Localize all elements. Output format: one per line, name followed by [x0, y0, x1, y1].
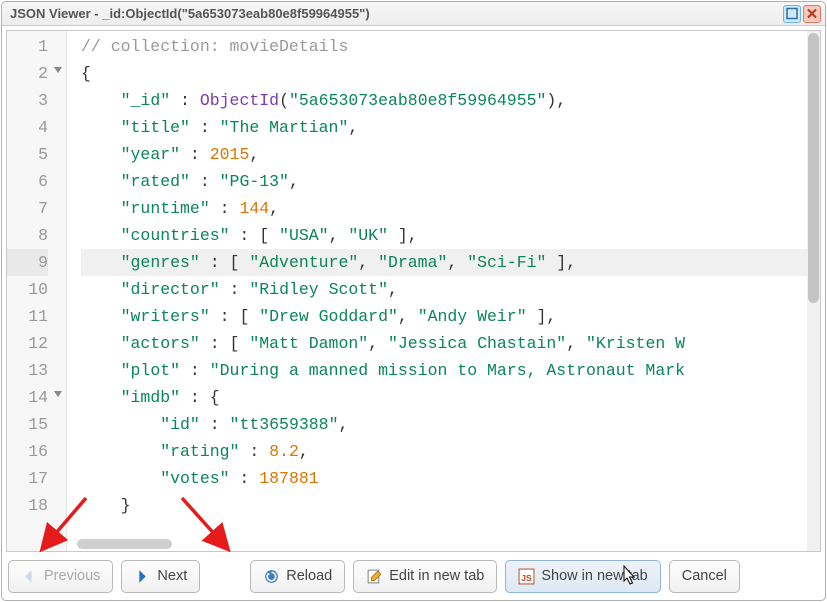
- code-line[interactable]: }: [81, 492, 820, 519]
- line-number: 5: [7, 141, 48, 168]
- line-number: 3: [7, 87, 48, 114]
- code-line[interactable]: "year" : 2015,: [81, 141, 820, 168]
- json-viewer-window: JSON Viewer - _id:ObjectId("5a653073eab8…: [1, 1, 826, 601]
- line-number: 2: [7, 60, 48, 87]
- code-line[interactable]: "imdb" : {: [81, 384, 820, 411]
- line-number: 1: [7, 33, 48, 60]
- code-line[interactable]: "rated" : "PG-13",: [81, 168, 820, 195]
- line-number: 6: [7, 168, 48, 195]
- line-number: 12: [7, 330, 48, 357]
- code-content[interactable]: // collection: movieDetails{ "_id" : Obj…: [67, 31, 820, 551]
- fold-icon[interactable]: [54, 67, 62, 73]
- cancel-button[interactable]: Cancel: [669, 560, 740, 593]
- previous-button[interactable]: Previous: [8, 560, 113, 593]
- code-line[interactable]: "writers" : [ "Drew Goddard", "Andy Weir…: [81, 303, 820, 330]
- edit-in-new-tab-button[interactable]: Edit in new tab: [353, 560, 497, 593]
- line-number: 11: [7, 303, 48, 330]
- minimize-button[interactable]: [783, 5, 801, 23]
- code-line[interactable]: "rating" : 8.2,: [81, 438, 820, 465]
- line-number: 4: [7, 114, 48, 141]
- code-line[interactable]: "_id" : ObjectId("5a653073eab80e8f599649…: [81, 87, 820, 114]
- show-js-icon: JS: [518, 568, 535, 585]
- footer-toolbar: Previous Next Reload Edit in new tab JS …: [2, 556, 825, 600]
- edit-icon: [366, 568, 383, 585]
- next-button[interactable]: Next: [121, 560, 200, 593]
- code-line[interactable]: "title" : "The Martian",: [81, 114, 820, 141]
- code-line[interactable]: "countries" : [ "USA", "UK" ],: [81, 222, 820, 249]
- svg-text:JS: JS: [522, 572, 533, 582]
- previous-label: Previous: [44, 568, 100, 584]
- horizontal-scrollbar[interactable]: [67, 539, 806, 550]
- close-button[interactable]: [803, 5, 821, 23]
- line-number: 8: [7, 222, 48, 249]
- code-line[interactable]: "genres" : [ "Adventure", "Drama", "Sci-…: [81, 249, 820, 276]
- show-in-new-tab-button[interactable]: JS Show in new tab: [505, 560, 660, 593]
- line-number: 13: [7, 357, 48, 384]
- close-icon: [804, 5, 820, 22]
- previous-icon: [21, 568, 38, 585]
- hscroll-thumb[interactable]: [77, 539, 172, 549]
- code-line[interactable]: "runtime" : 144,: [81, 195, 820, 222]
- cancel-label: Cancel: [682, 568, 727, 584]
- line-number: 14: [7, 384, 48, 411]
- reload-button[interactable]: Reload: [250, 560, 345, 593]
- code-line[interactable]: {: [81, 60, 820, 87]
- show-label: Show in new tab: [541, 568, 647, 584]
- line-number: 7: [7, 195, 48, 222]
- line-number: 16: [7, 438, 48, 465]
- code-editor[interactable]: 123456789101112131415161718 // collectio…: [6, 30, 821, 552]
- code-line[interactable]: "director" : "Ridley Scott",: [81, 276, 820, 303]
- titlebar: JSON Viewer - _id:ObjectId("5a653073eab8…: [2, 2, 825, 26]
- reload-icon: [263, 568, 280, 585]
- next-label: Next: [157, 568, 187, 584]
- line-gutter: 123456789101112131415161718: [7, 31, 67, 551]
- vscroll-thumb[interactable]: [808, 33, 819, 303]
- code-line[interactable]: "plot" : "During a manned mission to Mar…: [81, 357, 820, 384]
- minimize-icon: [784, 5, 800, 22]
- line-number: 18: [7, 492, 48, 519]
- next-icon: [134, 568, 151, 585]
- code-line[interactable]: "votes" : 187881: [81, 465, 820, 492]
- line-number: 17: [7, 465, 48, 492]
- code-line[interactable]: // collection: movieDetails: [81, 33, 820, 60]
- vertical-scrollbar[interactable]: [807, 31, 820, 551]
- code-line[interactable]: "actors" : [ "Matt Damon", "Jessica Chas…: [81, 330, 820, 357]
- line-number: 15: [7, 411, 48, 438]
- window-title: JSON Viewer - _id:ObjectId("5a653073eab8…: [10, 6, 781, 21]
- line-number: 9: [7, 249, 48, 276]
- fold-icon[interactable]: [54, 391, 62, 397]
- edit-label: Edit in new tab: [389, 568, 484, 584]
- line-number: 10: [7, 276, 48, 303]
- reload-label: Reload: [286, 568, 332, 584]
- code-line[interactable]: "id" : "tt3659388",: [81, 411, 820, 438]
